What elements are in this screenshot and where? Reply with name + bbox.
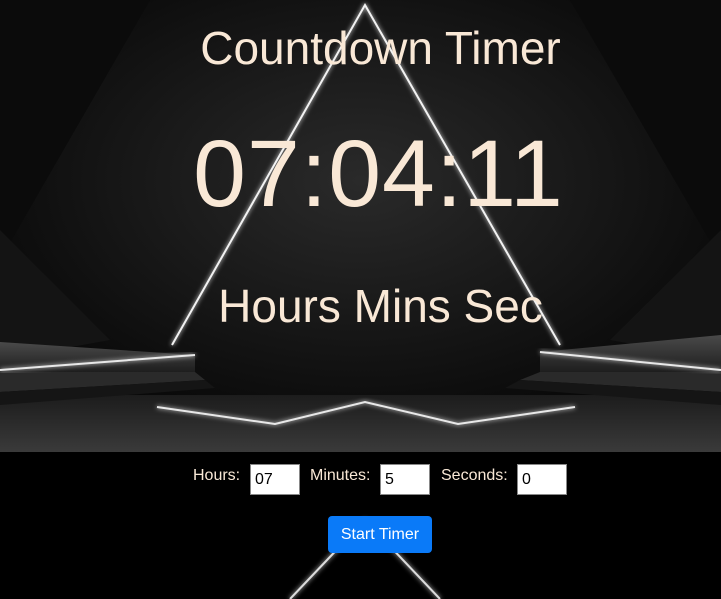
hours-label: Hours: xyxy=(193,467,241,484)
seconds-input[interactable] xyxy=(517,464,567,495)
start-timer-button[interactable]: Start Timer xyxy=(328,516,432,553)
timer-controls: Hours: Minutes: Seconds: xyxy=(0,462,721,496)
minutes-input[interactable] xyxy=(380,464,430,495)
timer-container: Countdown Timer 07:04:11 Hours Mins Sec … xyxy=(0,0,721,599)
seconds-label: Seconds: xyxy=(441,467,508,484)
minutes-label: Minutes: xyxy=(310,467,371,484)
hours-input[interactable] xyxy=(250,464,300,495)
time-units-label: Hours Mins Sec xyxy=(218,280,543,332)
countdown-display: 07:04:11 xyxy=(193,121,564,227)
page-title: Countdown Timer xyxy=(200,22,561,74)
